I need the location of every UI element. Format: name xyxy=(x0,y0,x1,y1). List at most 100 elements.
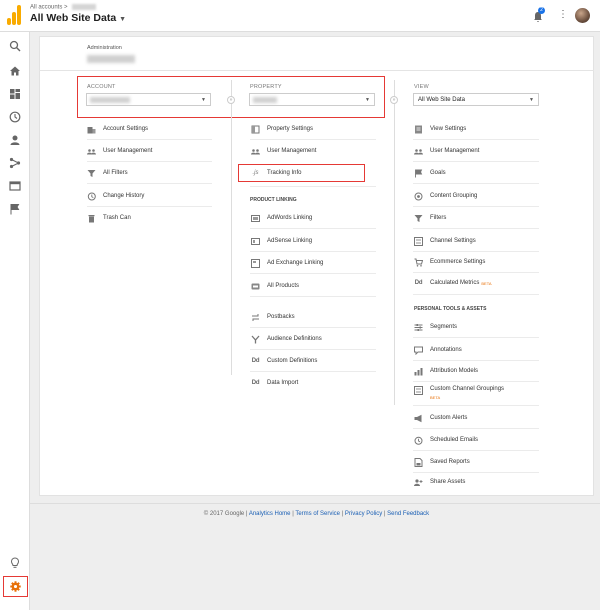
left-nav xyxy=(0,32,30,610)
attribution-models-link[interactable]: Attribution Models xyxy=(414,364,478,378)
separator xyxy=(250,349,376,350)
separator xyxy=(87,139,212,140)
separator xyxy=(87,206,212,207)
separator xyxy=(250,251,376,252)
view-selector[interactable]: All Web Site Data ▼ xyxy=(30,12,126,24)
separator xyxy=(413,272,539,273)
clock-icon[interactable] xyxy=(9,111,21,123)
products-icon xyxy=(251,282,260,291)
view-user-management-link[interactable]: User Management xyxy=(414,144,479,158)
header-divider xyxy=(39,70,594,71)
footer-sep: | xyxy=(383,511,386,517)
breadcrumb-account-redacted xyxy=(72,4,97,10)
dashboard-icon[interactable] xyxy=(9,88,21,100)
goals-link[interactable]: Goals xyxy=(414,166,446,180)
footer-divider xyxy=(30,503,600,504)
view-settings-link[interactable]: View Settings xyxy=(414,122,466,136)
separator xyxy=(87,161,212,162)
ad-exchange-linking-link[interactable]: Ad Exchange Linking xyxy=(251,256,323,270)
custom-alerts-link[interactable]: Custom Alerts xyxy=(414,411,467,425)
separator xyxy=(413,472,539,473)
separator xyxy=(413,228,539,229)
top-bar: All accounts > All Web Site Data ▼ 2 ⋮ xyxy=(0,0,600,32)
avatar[interactable] xyxy=(575,8,590,23)
adsense-icon xyxy=(251,237,260,246)
view-filters-link[interactable]: Filters xyxy=(414,211,446,225)
annotations-link[interactable]: Annotations xyxy=(414,343,462,357)
admin-gear-icon[interactable] xyxy=(3,576,28,597)
separator xyxy=(413,450,539,451)
acquisition-icon[interactable] xyxy=(9,157,21,169)
terms-of-service-link[interactable]: Terms of Service xyxy=(295,511,340,517)
adwords-icon xyxy=(251,214,260,223)
footer: © 2017 Google | Analytics Home | Terms o… xyxy=(39,511,594,517)
custom-channel-groupings-link[interactable]: Custom Channel Groupings BETA xyxy=(414,386,504,404)
segments-link[interactable]: Segments xyxy=(414,320,457,334)
view-column-label: VIEW xyxy=(414,84,429,90)
all-filters-link[interactable]: All Filters xyxy=(87,166,128,180)
separator xyxy=(250,296,376,297)
data-import-link[interactable]: Dd Data Import xyxy=(251,376,299,390)
trash-icon xyxy=(87,214,96,223)
adsense-linking-link[interactable]: AdSense Linking xyxy=(251,234,312,248)
ecommerce-settings-link[interactable]: Ecommerce Settings xyxy=(414,255,485,269)
content-grouping-link[interactable]: Content Grouping xyxy=(414,189,477,203)
users-icon xyxy=(87,147,96,156)
property-settings-link[interactable]: Property Settings xyxy=(251,122,313,136)
dd-icon: Dd xyxy=(251,358,260,364)
users-icon xyxy=(251,147,260,156)
custom-definitions-link[interactable]: Dd Custom Definitions xyxy=(251,354,318,368)
saved-reports-link[interactable]: Saved Reports xyxy=(414,455,470,469)
filter-icon xyxy=(414,214,423,223)
scheduled-emails-link[interactable]: Scheduled Emails xyxy=(414,433,478,447)
channel-settings-link[interactable]: Channel Settings xyxy=(414,234,476,248)
building-icon xyxy=(87,125,96,134)
breadcrumb[interactable]: All accounts > xyxy=(30,4,97,11)
person-icon[interactable] xyxy=(9,134,21,146)
custom-channel-icon xyxy=(414,386,423,395)
clock-icon xyxy=(414,436,423,445)
audience-definitions-link[interactable]: Audience Definitions xyxy=(251,332,322,346)
audience-icon xyxy=(251,335,260,344)
send-feedback-link[interactable]: Send Feedback xyxy=(387,511,429,517)
account-user-management-link[interactable]: User Management xyxy=(87,144,152,158)
flag-icon xyxy=(414,169,423,178)
analytics-home-link[interactable]: Analytics Home xyxy=(249,511,291,517)
behavior-icon[interactable] xyxy=(9,180,21,192)
separator xyxy=(413,337,539,338)
calculated-metrics-link[interactable]: Dd Calculated Metrics BETA xyxy=(414,276,492,290)
saved-icon xyxy=(414,457,423,467)
search-icon[interactable] xyxy=(9,40,21,52)
dd-icon: Dd xyxy=(414,280,423,286)
separator xyxy=(413,251,539,252)
trash-can-link[interactable]: Trash Can xyxy=(87,211,131,225)
adwords-linking-link[interactable]: AdWords Linking xyxy=(251,211,312,225)
separator xyxy=(250,273,376,274)
privacy-policy-link[interactable]: Privacy Policy xyxy=(345,511,382,517)
separator xyxy=(413,294,539,295)
change-history-link[interactable]: Change History xyxy=(87,189,144,203)
dropdown-arrow-icon: ▼ xyxy=(529,97,534,103)
breadcrumb-all-accounts[interactable]: All accounts xyxy=(30,5,62,11)
tracking-info-link[interactable]: .js Tracking Info xyxy=(251,166,302,180)
beta-badge: BETA xyxy=(430,395,441,400)
separator xyxy=(250,228,376,229)
lightbulb-icon[interactable] xyxy=(9,557,21,569)
account-settings-link[interactable]: Account Settings xyxy=(87,122,148,136)
share-assets-link[interactable]: Share Assets xyxy=(414,475,465,489)
footer-sep: | xyxy=(292,511,294,517)
postbacks-link[interactable]: Postbacks xyxy=(251,310,295,324)
view-dropdown[interactable]: All Web Site Data ▼ xyxy=(413,93,539,106)
analytics-logo-icon[interactable] xyxy=(7,5,21,25)
more-vert-icon[interactable]: ⋮ xyxy=(558,9,568,20)
all-products-link[interactable]: All Products xyxy=(251,279,299,293)
filter-icon xyxy=(87,169,96,178)
bell-icon[interactable]: 2 xyxy=(533,7,545,22)
property-user-management-link[interactable]: User Management xyxy=(251,144,316,158)
personal-tools-header: PERSONAL TOOLS & ASSETS xyxy=(414,306,487,312)
separator xyxy=(250,327,376,328)
home-icon[interactable] xyxy=(9,65,21,77)
flag-icon[interactable] xyxy=(9,203,21,215)
attribution-icon xyxy=(414,367,423,376)
adexchange-icon xyxy=(251,258,260,268)
